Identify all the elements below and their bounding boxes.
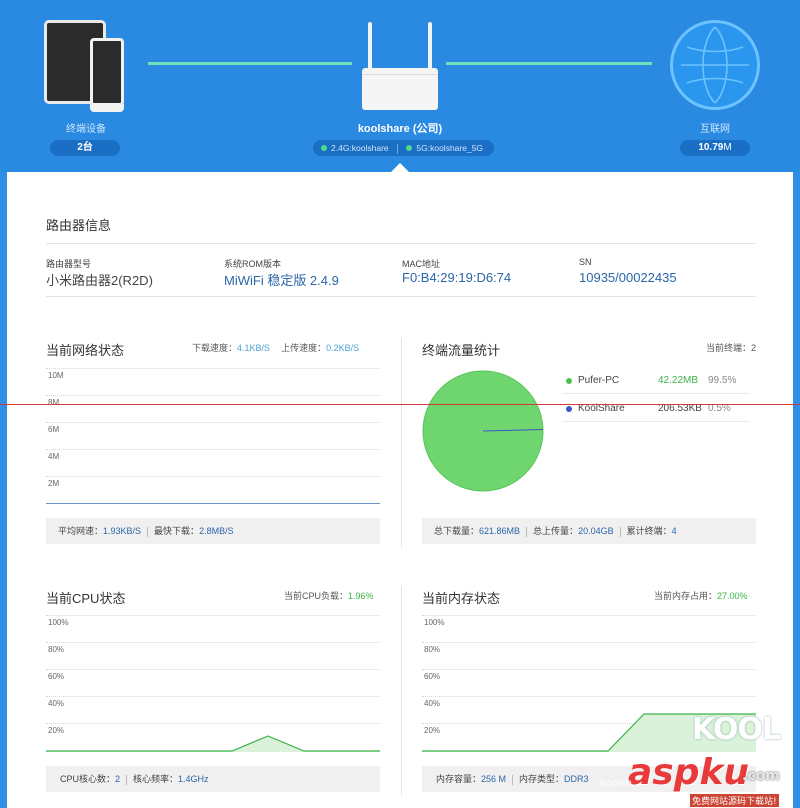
link-line-right (446, 62, 652, 65)
traffic-stats-title: 终端流量统计 (422, 343, 501, 358)
sn-value: 10935/00022435 (579, 270, 677, 285)
watermark-caption: 免费网站源码下载站! (690, 794, 779, 807)
cpu-load: 当前CPU负载：1.96% (284, 591, 374, 601)
router-icon[interactable] (362, 22, 438, 110)
model-value: 小米路由器2(R2D) (46, 273, 153, 288)
legend-item: Pufer-PC 42.22MB 99.5% (562, 370, 750, 394)
traffic-pie-chart (422, 370, 544, 492)
column-divider (401, 586, 402, 796)
devices-icon[interactable] (44, 18, 134, 112)
network-chart-line (46, 503, 380, 504)
cpu-summary: CPU核心数：2 核心频率：1.4GHz (46, 766, 380, 792)
cpu-status-title: 当前CPU状态 (46, 591, 126, 606)
y-tick: 80% (48, 645, 65, 654)
ssid-badge: 2.4G:koolshare 5G:koolshare_5G (313, 140, 494, 156)
router-name: koolshare (公司) (357, 123, 443, 135)
mac-value: F0:B4:29:19:D6:74 (402, 270, 512, 285)
rom-label: 系统ROM版本 (224, 259, 281, 269)
network-speed-meta: 下载速度：4.1KB/S 上传速度：0.2KB/S (192, 343, 360, 353)
y-tick: 6M (48, 425, 60, 434)
ssid-24g: 2.4G:koolshare (331, 143, 389, 153)
memory-status-title: 当前内存状态 (422, 591, 501, 606)
pointer-notch (391, 163, 409, 172)
model-label: 路由器型号 (46, 259, 92, 269)
download-speed: 4.1KB/S (237, 343, 271, 353)
y-tick: 80% (424, 645, 441, 654)
y-tick: 40% (424, 699, 441, 708)
watermark-site: aspku (628, 752, 750, 793)
status-dot-icon (321, 144, 327, 151)
red-guide-line (0, 404, 800, 405)
traffic-summary: 总下载量：621.86MB 总上传量：20.04GB 累计终端：4 (422, 518, 756, 544)
network-summary: 平均网速：1.93KB/S 最快下载：2.8MB/S (46, 518, 380, 544)
divider (46, 296, 756, 297)
internet-label: 互联网 (700, 124, 730, 135)
devices-label: 终端设备 (66, 124, 106, 135)
internet-speed-badge: 10.79M (680, 140, 750, 156)
watermark-small: koolsh... (600, 778, 642, 789)
watermark-brand: KOOL (692, 712, 781, 747)
network-status-title: 当前网络状态 (46, 343, 125, 358)
upload-speed: 0.2KB/S (326, 343, 360, 353)
phone-icon (90, 38, 124, 112)
cpu-chart (46, 735, 380, 752)
router-info-title: 路由器信息 (46, 218, 112, 233)
topology-banner: 终端设备 2台 koolshare (公司) 2.4G:koolshare 5G… (0, 0, 800, 172)
column-divider (401, 338, 402, 548)
legend-item: KoolShare 206.53KB 0.5% (562, 398, 750, 422)
status-dot-icon (406, 144, 413, 151)
rom-value: MiWiFi 稳定版 2.4.9 (224, 273, 339, 288)
y-tick: 100% (424, 618, 445, 627)
y-tick: 100% (48, 618, 69, 627)
memory-usage: 当前内存占用：27.00% (654, 591, 748, 601)
y-tick: 40% (48, 699, 65, 708)
link-line-left (148, 62, 352, 65)
y-tick: 2M (48, 479, 60, 488)
y-tick: 60% (48, 672, 65, 681)
divider (46, 243, 756, 244)
y-tick: 60% (424, 672, 441, 681)
watermark-tld: .com (742, 768, 780, 784)
ssid-5g: 5G:koolshare_5G (416, 143, 484, 153)
devices-count-badge: 2台 (50, 140, 120, 156)
globe-icon[interactable] (670, 20, 760, 110)
avg-speed: 1.93KB/S (103, 526, 142, 536)
y-tick: 4M (48, 452, 60, 461)
y-tick: 10M (48, 371, 64, 380)
sn-label: SN (579, 257, 592, 267)
mac-label: MAC地址 (402, 259, 440, 269)
current-terminals: 当前终端：2 (706, 343, 757, 353)
max-download: 2.8MB/S (199, 526, 234, 536)
y-tick: 8M (48, 398, 60, 407)
